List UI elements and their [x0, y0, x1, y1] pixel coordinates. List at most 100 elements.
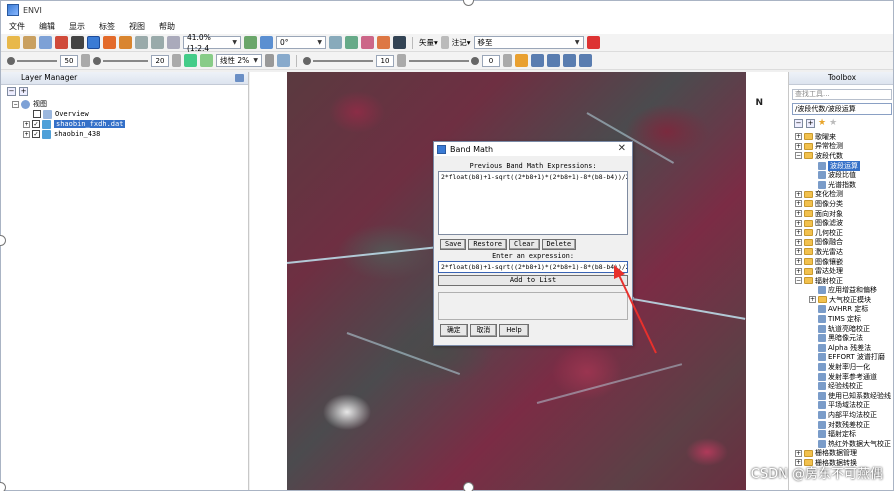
expand-icon[interactable]: + — [795, 190, 802, 198]
toolbox-item[interactable]: 黑暗像元法 — [789, 333, 893, 343]
overview-checkbox[interactable] — [33, 110, 41, 118]
zoom-combo[interactable]: 41.0% (1:2.4 ▼ — [183, 33, 241, 53]
toolbox-item[interactable]: + 面向对象 — [789, 209, 893, 219]
expand-icon[interactable]: + — [795, 248, 802, 256]
previous-expressions-list[interactable]: 2*float(b8)+1-sqrt((2*b8+1)*(2*b8+1)-8*(… — [438, 171, 628, 235]
portal-icon[interactable] — [345, 36, 358, 49]
toolbox-item[interactable]: + 几何校正 — [789, 228, 893, 238]
expand-all-icon[interactable]: + — [19, 87, 28, 96]
zoom-in-icon[interactable] — [135, 36, 148, 49]
toolbox-item[interactable]: − 波段代数 — [789, 151, 893, 161]
menu-label[interactable]: 标签 — [99, 21, 115, 32]
toolbox-item[interactable]: 对数残差校正 — [789, 420, 893, 430]
histogram-icon[interactable] — [277, 54, 290, 67]
expand-icon[interactable]: + — [795, 133, 802, 141]
expand-icon[interactable]: + — [795, 142, 802, 150]
menu-file[interactable]: 文件 — [9, 21, 25, 32]
view-icon-2[interactable] — [547, 54, 560, 67]
annotation-menu[interactable]: 注记▾ — [452, 37, 471, 48]
stretch-combo[interactable]: 线性 2% ▼ — [216, 54, 262, 67]
sharpen-reset-icon[interactable] — [397, 54, 406, 67]
toolbox-item[interactable]: − 辐射校正 — [789, 276, 893, 286]
collapse-all-icon[interactable]: − — [794, 119, 803, 128]
toolbox-item[interactable]: + 图像镶嵌 — [789, 257, 893, 267]
delete-button[interactable]: Delete — [541, 239, 577, 250]
collapse-icon[interactable]: − — [795, 152, 802, 160]
restore-button[interactable]: Restore — [468, 239, 508, 250]
toolbox-item[interactable]: AVHRR 定标 — [789, 305, 893, 315]
zoom-out-icon[interactable] — [151, 36, 164, 49]
view-icon-1[interactable] — [531, 54, 544, 67]
measure-icon[interactable] — [329, 36, 342, 49]
transparency-slider[interactable] — [409, 54, 479, 67]
sharpen-value[interactable]: 10 — [376, 54, 394, 67]
toolbox-item[interactable]: + 雷达处理 — [789, 266, 893, 276]
cursor-icon[interactable] — [71, 36, 84, 49]
profile-icon[interactable] — [515, 54, 528, 67]
blend-icon[interactable] — [393, 36, 406, 49]
layer-2-checkbox[interactable]: ✓ — [32, 130, 40, 138]
tree-layer-2[interactable]: + ✓ shaobin_438 — [1, 129, 248, 139]
save-button[interactable]: Save — [440, 239, 467, 250]
toolbox-item[interactable]: + 图像融合 — [789, 238, 893, 248]
toolbox-item[interactable]: TIMS 定标 — [789, 314, 893, 324]
goto-icon[interactable] — [586, 36, 600, 49]
toolbox-item[interactable]: EFFORT 波谱打磨 — [789, 353, 893, 363]
pin-icon[interactable] — [55, 36, 68, 49]
toolbox-item[interactable]: + 异常检测 — [789, 142, 893, 152]
toolbox-item[interactable]: 使用已知系数经验线 — [789, 391, 893, 401]
contrast-slider[interactable] — [93, 54, 148, 67]
toolbox-item[interactable]: + 歌曜来 — [789, 132, 893, 142]
toolbox-item[interactable]: 应用增益和偏移 — [789, 286, 893, 296]
toolbox-item[interactable]: 平场域法校正 — [789, 401, 893, 411]
toolbox-search-input[interactable]: 查找工具... — [792, 89, 892, 100]
brightness-value[interactable]: 50 — [60, 54, 78, 67]
rotation-icon[interactable] — [260, 36, 273, 49]
expand-icon[interactable]: + — [795, 449, 802, 457]
collapse-all-icon[interactable]: − — [7, 87, 16, 96]
toolbox-item[interactable]: 波段比值 — [789, 170, 893, 180]
toolbox-item[interactable]: 轨道亮暗校正 — [789, 324, 893, 334]
expression-input[interactable]: 2*float(b8)+1-sqrt((2*b8+1)*(2*b8+1)-8*(… — [438, 261, 628, 273]
add-to-list-button[interactable]: Add to List — [438, 275, 628, 286]
toolbox-item[interactable]: 光谱指数 — [789, 180, 893, 190]
toolbox-item[interactable]: + 激光雷达 — [789, 247, 893, 257]
expand-icon[interactable]: + — [23, 130, 30, 138]
toolbox-item[interactable]: 辐射定标 — [789, 429, 893, 439]
menu-display[interactable]: 显示 — [69, 21, 85, 32]
toolbox-item[interactable]: + 图像滤波 — [789, 218, 893, 228]
expand-icon[interactable]: + — [809, 296, 816, 304]
menu-help[interactable]: 帮助 — [159, 21, 175, 32]
open-icon[interactable] — [7, 36, 20, 49]
brightness-reset-icon[interactable] — [81, 54, 90, 67]
contrast-reset-icon[interactable] — [172, 54, 181, 67]
help-button[interactable]: Help — [499, 324, 529, 337]
toolbox-item[interactable]: Alpha 残差法 — [789, 343, 893, 353]
flicker-icon[interactable] — [377, 36, 390, 49]
view-icon-4[interactable] — [579, 54, 592, 67]
toolbox-item[interactable]: 热红外数据大气校正 — [789, 439, 893, 449]
ok-button[interactable]: 确定 — [440, 324, 468, 337]
brightness-slider[interactable] — [7, 54, 57, 67]
fixed-zoom-icon[interactable] — [167, 36, 180, 49]
tree-view-root[interactable]: − 视图 — [1, 99, 248, 109]
toolbox-item[interactable]: 内部平均法校正 — [789, 410, 893, 420]
layer-1-checkbox[interactable]: ✓ — [32, 120, 40, 128]
collapse-icon[interactable]: − — [795, 277, 802, 285]
toolbox-path-field[interactable]: /波段代数/波段运算 — [792, 103, 892, 115]
cancel-button[interactable]: 取消 — [469, 324, 498, 337]
resize-handle-bottom[interactable] — [463, 482, 474, 491]
tree-overview[interactable]: Overview — [1, 109, 248, 119]
expand-all-icon[interactable]: + — [806, 119, 815, 128]
expand-icon[interactable]: + — [795, 210, 802, 218]
swipe-icon[interactable] — [361, 36, 374, 49]
transparency-value[interactable]: 0 — [482, 54, 500, 67]
toolbox-item[interactable]: + 变化检测 — [789, 190, 893, 200]
toolbox-item[interactable]: 发射率参考通道 — [789, 372, 893, 382]
data-manager-icon[interactable] — [23, 36, 36, 49]
menu-edit[interactable]: 编辑 — [39, 21, 55, 32]
toolbox-item[interactable]: 经验线校正 — [789, 381, 893, 391]
unfavorite-star-icon[interactable]: ★ — [829, 119, 837, 129]
tree-layer-1[interactable]: + ✓ shaobin_fxdh.dat — [1, 119, 248, 129]
toolbox-item[interactable]: + 图像分类 — [789, 199, 893, 209]
